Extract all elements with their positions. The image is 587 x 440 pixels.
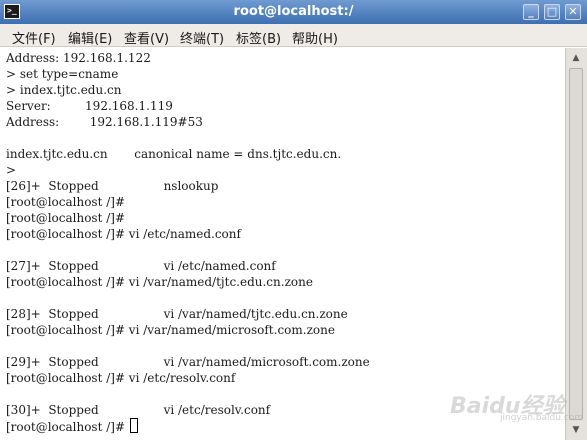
terminal-line: > set type=cname xyxy=(6,67,119,81)
menu-help[interactable]: 帮助(H) xyxy=(292,28,338,47)
minimize-button[interactable]: _ xyxy=(523,4,539,20)
menu-terminal[interactable]: 终端(T) xyxy=(180,28,224,47)
terminal-line: > xyxy=(6,163,17,177)
terminal-line: [root@localhost /]# vi /var/named/micros… xyxy=(6,323,335,337)
terminal-line: [root@localhost /]# vi /var/named/tjtc.e… xyxy=(6,275,313,289)
terminal-line: Address: 192.168.1.122 xyxy=(6,51,151,65)
terminal-prompt-line[interactable]: [root@localhost /]# xyxy=(6,418,138,435)
terminal-line: [root@localhost /]# vi /etc/named.conf xyxy=(6,227,241,241)
vertical-scrollbar[interactable]: ▲ ▼ xyxy=(565,48,587,440)
scrollbar-thumb[interactable] xyxy=(569,68,583,420)
window-title: root@localhost:/ xyxy=(233,4,354,19)
menu-view[interactable]: 查看(V) xyxy=(124,28,169,47)
terminal-line: Address: 192.168.1.119#53 xyxy=(6,115,203,129)
terminal-window: >_ root@localhost:/ _ □ ✕ 文件(F) 编辑(E) 查看… xyxy=(0,0,587,440)
menu-file[interactable]: 文件(F) xyxy=(12,28,56,47)
terminal-line: [root@localhost /]# vi /etc/resolv.conf xyxy=(6,371,236,385)
baidu-watermark-url: jingyan.baidu.com xyxy=(500,413,584,423)
scroll-up-arrow-icon[interactable]: ▲ xyxy=(568,51,584,65)
menu-edit[interactable]: 编辑(E) xyxy=(68,28,112,47)
close-button[interactable]: ✕ xyxy=(565,4,581,20)
terminal-line: [26]+ Stopped nslookup xyxy=(6,179,219,193)
title-bar[interactable]: >_ root@localhost:/ _ □ ✕ xyxy=(0,0,587,24)
terminal-line: [30]+ Stopped vi /etc/resolv.conf xyxy=(6,403,271,417)
terminal-line: [28]+ Stopped vi /var/named/tjtc.edu.cn.… xyxy=(6,307,348,321)
terminal-output[interactable]: Address: 192.168.1.122 > set type=cname … xyxy=(0,48,564,440)
terminal-line: [root@localhost /]# xyxy=(6,211,125,225)
scroll-down-arrow-icon[interactable]: ▼ xyxy=(568,423,584,437)
terminal-line: [29]+ Stopped vi /var/named/microsoft.co… xyxy=(6,355,370,369)
terminal-line: > index.tjtc.edu.cn xyxy=(6,83,122,97)
terminal-line: Server: 192.168.1.119 xyxy=(6,99,173,113)
menu-bar: 文件(F) 编辑(E) 查看(V) 终端(T) 标签(B) 帮助(H) xyxy=(0,24,587,47)
terminal-prompt: [root@localhost /]# xyxy=(6,420,129,434)
text-cursor xyxy=(129,418,138,433)
terminal-line: index.tjtc.edu.cn canonical name = dns.t… xyxy=(6,147,342,161)
menu-tabs[interactable]: 标签(B) xyxy=(236,28,281,47)
maximize-button[interactable]: □ xyxy=(544,4,560,20)
terminal-line: [root@localhost /]# xyxy=(6,195,125,209)
terminal-line: [27]+ Stopped vi /etc/named.conf xyxy=(6,259,276,273)
